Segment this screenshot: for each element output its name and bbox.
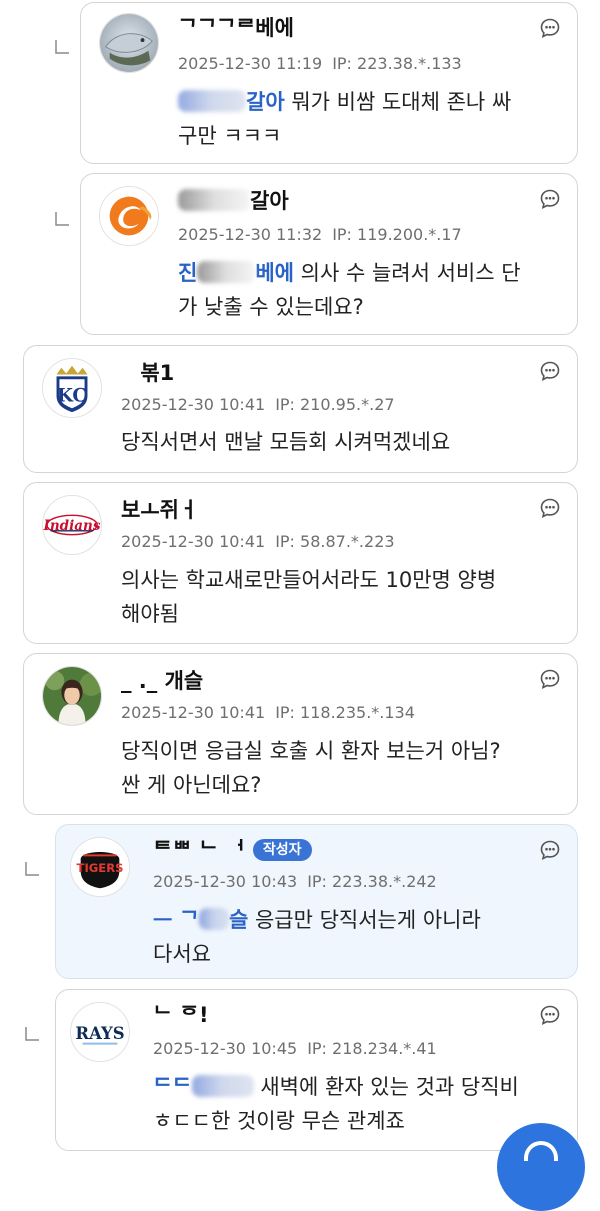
- reply-branch-icon: [55, 40, 69, 54]
- timestamp: 2025-12-30 10:45: [153, 1039, 298, 1058]
- comment-text-line: 구만 ㅋㅋㅋ: [178, 124, 282, 148]
- mention-link[interactable]: 갈아: [246, 90, 285, 114]
- ip-address: IP: 223.38.*.133: [332, 54, 462, 73]
- comment-text-line: 의사 수 늘려서 서비스 단: [293, 261, 521, 285]
- nickname[interactable]: ᅟ볶1: [121, 358, 174, 388]
- blurred-mention: [191, 1075, 254, 1097]
- comment-text-line: 싼 게 아닌데요?: [121, 773, 262, 797]
- comment-card: KC ᅟ볶1 2025-12-30 10:41 IP: 210.95.*.27 당…: [23, 345, 578, 473]
- ip-address: IP: 58.87.*.223: [275, 532, 395, 551]
- mention-link[interactable]: 베에: [255, 261, 294, 285]
- comment-meta: 2025-12-30 11:32 IP: 119.200.*.17: [178, 224, 462, 246]
- comment-text: ᅳ ᄀ 슬 응급만 당직서는게 아니라 다서요: [153, 903, 563, 971]
- comment-meta: 2025-12-30 10:41 IP: 58.87.*.223: [121, 531, 395, 553]
- svg-text:TIGERS: TIGERS: [77, 861, 124, 875]
- author-badge: 작성자: [252, 839, 312, 861]
- comment-text-line: 해야됨: [121, 602, 179, 626]
- comment-text-line: 응급만 당직서는게 아니라: [248, 908, 481, 932]
- floating-write-button[interactable]: [497, 1123, 585, 1211]
- nickname[interactable]: ᄂ ᅙ!: [153, 1000, 209, 1030]
- comment-meta: 2025-12-30 10:45 IP: 218.234.*.41: [153, 1038, 437, 1060]
- comment-text-line: 당직이면 응급실 호출 시 환자 보는거 아님?: [121, 739, 501, 763]
- nickname[interactable]: 갈아: [178, 186, 289, 216]
- reply-branch-icon: [25, 862, 39, 876]
- comment-bubble-icon: [524, 1141, 558, 1161]
- mention-link[interactable]: 슬: [229, 908, 248, 932]
- mention-link[interactable]: 진: [178, 261, 197, 285]
- timestamp: 2025-12-30 11:32: [178, 225, 323, 244]
- avatar[interactable]: [42, 666, 102, 726]
- comment-text: ᄃᄃ 새벽에 환자 있는 것과 당직비 ㅎㄷㄷ한 것이랑 무슨 관계죠: [153, 1070, 563, 1138]
- avatar[interactable]: KC: [42, 358, 102, 418]
- comment-card: 갈아 2025-12-30 11:32 IP: 119.200.*.17 진 베에 …: [80, 173, 578, 335]
- reply-icon[interactable]: [539, 17, 561, 39]
- comment-card: RAYS ᄂ ᅙ! 2025-12-30 10:45 IP: 218.234.*.…: [55, 989, 578, 1151]
- avatar[interactable]: RAYS: [70, 1002, 130, 1062]
- reply-icon[interactable]: [539, 839, 561, 861]
- comment-text-line: 새벽에 환자 있는 것과 당직비: [253, 1075, 519, 1099]
- timestamp: 2025-12-30 10:41: [121, 532, 266, 551]
- avatar[interactable]: [99, 13, 159, 73]
- ip-address: IP: 118.235.*.134: [275, 703, 415, 722]
- nickname[interactable]: ᄐᄈ ᄂ ᅥ 작성자: [153, 835, 312, 865]
- comment-text: 의사는 학교새로만들어서라도 10만명 양병 해야됨: [121, 563, 561, 631]
- mention-link[interactable]: ᅳ ᄀ: [153, 908, 199, 932]
- comment-text-line: 의사는 학교새로만들어서라도 10만명 양병: [121, 568, 497, 592]
- avatar[interactable]: Indians: [42, 495, 102, 555]
- avatar[interactable]: [99, 186, 159, 246]
- nickname[interactable]: _ ._ 개슬: [121, 666, 203, 696]
- reply-branch-icon: [55, 212, 69, 226]
- timestamp: 2025-12-30 11:19: [178, 54, 323, 73]
- blurred-mention: [198, 908, 229, 930]
- comment-text: 진 베에 의사 수 늘려서 서비스 단 가 낮출 수 있는데요?: [178, 256, 568, 324]
- nickname-text: ᄐᄈ ᄂ ᅥ: [153, 838, 245, 862]
- comment-meta: 2025-12-30 10:43 IP: 223.38.*.242: [153, 871, 437, 893]
- svg-text:KC: KC: [57, 386, 87, 407]
- timestamp: 2025-12-30 10:41: [121, 395, 266, 414]
- ip-address: IP: 218.234.*.41: [307, 1039, 437, 1058]
- comment-meta: 2025-12-30 11:19 IP: 223.38.*.133: [178, 53, 462, 75]
- comment-card: Indians 보ㅗ쥐ㅓ 2025-12-30 10:41 IP: 58.87.*…: [23, 482, 578, 644]
- reply-icon[interactable]: [539, 1004, 561, 1026]
- comment-card-author: TIGERS ᄐᄈ ᄂ ᅥ 작성자 2025-12-30 10:43 IP: 223…: [55, 824, 578, 979]
- ip-address: IP: 210.95.*.27: [275, 395, 395, 414]
- timestamp: 2025-12-30 10:43: [153, 872, 298, 891]
- comment-card: ᄀᄀᄀᄅ베에 2025-12-30 11:19 IP: 223.38.*.133 …: [80, 2, 578, 164]
- comment-text: 당직서면서 맨날 모듬회 시켜먹겠네요: [121, 425, 561, 459]
- comment-meta: 2025-12-30 10:41 IP: 118.235.*.134: [121, 702, 415, 724]
- nickname[interactable]: 보ㅗ쥐ㅓ: [121, 495, 198, 525]
- ip-address: IP: 119.200.*.17: [332, 225, 462, 244]
- comment-text-line: 뭐가 비쌈 도대체 존나 싸: [284, 90, 512, 114]
- comment-meta: 2025-12-30 10:41 IP: 210.95.*.27: [121, 394, 395, 416]
- blurred-mention: [197, 261, 256, 283]
- blurred-nickname: [178, 189, 250, 211]
- reply-branch-icon: [25, 1027, 39, 1041]
- nickname-text: 갈아: [250, 189, 289, 213]
- reply-icon[interactable]: [539, 360, 561, 382]
- comment-text-line: 다서요: [153, 942, 211, 966]
- blurred-mention: [178, 90, 246, 112]
- comment-text: 갈아 뭐가 비쌈 도대체 존나 싸 구만 ㅋㅋㅋ: [178, 85, 558, 153]
- comment-text: 당직이면 응급실 호출 시 환자 보는거 아님? 싼 게 아닌데요?: [121, 734, 571, 802]
- reply-icon[interactable]: [539, 497, 561, 519]
- avatar[interactable]: TIGERS: [70, 837, 130, 897]
- comment-card: _ ._ 개슬 2025-12-30 10:41 IP: 118.235.*.13…: [23, 653, 578, 815]
- comment-text-line: 가 낮출 수 있는데요?: [178, 295, 364, 319]
- comment-text-line: 당직서면서 맨날 모듬회 시켜먹겠네요: [121, 430, 451, 454]
- timestamp: 2025-12-30 10:41: [121, 703, 266, 722]
- mention-link[interactable]: ᄃᄃ: [153, 1075, 192, 1099]
- nickname[interactable]: ᄀᄀᄀᄅ베에: [178, 13, 294, 43]
- reply-icon[interactable]: [539, 668, 561, 690]
- ip-address: IP: 223.38.*.242: [307, 872, 437, 891]
- svg-text:RAYS: RAYS: [75, 1024, 124, 1043]
- reply-icon[interactable]: [539, 188, 561, 210]
- comment-text-line: ㅎㄷㄷ한 것이랑 무슨 관계죠: [153, 1109, 405, 1133]
